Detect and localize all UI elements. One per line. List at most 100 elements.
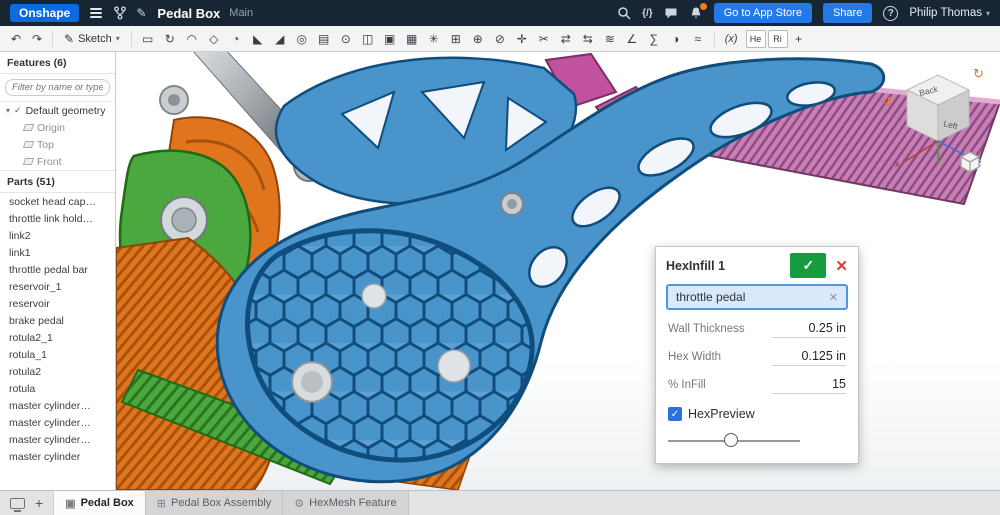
notifications-bell-icon[interactable] [689, 6, 703, 20]
help-icon[interactable]: ? [883, 6, 898, 21]
extrude-icon[interactable]: ▭ [137, 28, 159, 50]
app-store-button[interactable]: Go to App Store [714, 3, 812, 23]
mass-properties-icon[interactable]: ∑ [643, 28, 665, 50]
presentation-icon[interactable] [10, 498, 25, 509]
tree-item-front[interactable]: Front [0, 153, 115, 170]
circular-pattern-icon[interactable]: ✳ [423, 28, 445, 50]
part-list-item[interactable]: master cylinder… [0, 431, 115, 448]
mirror-icon[interactable]: ⊞ [445, 28, 467, 50]
document-title[interactable]: Pedal Box [157, 6, 220, 21]
pivot-pin[interactable] [501, 193, 523, 215]
part-list-item[interactable]: throttle link hold… [0, 210, 115, 227]
part-list-item[interactable]: socket head cap… [0, 193, 115, 210]
enclose-icon[interactable]: ▣ [379, 28, 401, 50]
selection-field[interactable]: throttle pedal ✕ [666, 284, 848, 310]
hole-icon[interactable]: ⊙ [335, 28, 357, 50]
thicken-icon[interactable]: ◫ [357, 28, 379, 50]
boolean-icon[interactable]: ⊕ [467, 28, 489, 50]
tab-label: Pedal Box [81, 497, 134, 509]
checkbox-label: HexPreview [688, 407, 755, 421]
appearance-icon[interactable]: ◑ [665, 28, 687, 50]
left-panel: Features (6) ▾✓Default geometryOriginTop… [0, 52, 116, 490]
feature-filter-input[interactable] [5, 79, 110, 96]
replace-face-icon[interactable]: ⇆ [577, 28, 599, 50]
workspace-name[interactable]: Main [229, 7, 253, 19]
tree-caret-icon[interactable]: ▾ [6, 106, 10, 115]
tree-item-origin[interactable]: Origin [0, 119, 115, 136]
isometric-view-icon[interactable] [958, 150, 982, 174]
tab-label: HexMesh Feature [309, 497, 396, 509]
part-list-item[interactable]: master cylinder [0, 448, 115, 465]
slider-thumb[interactable] [724, 433, 738, 447]
tab-hexmesh-feature[interactable]: ⚙HexMesh Feature [283, 491, 408, 515]
add-custom-feature-icon[interactable]: + [789, 28, 809, 50]
split-icon[interactable]: ⊘ [489, 28, 511, 50]
part-list-item[interactable]: master cylinder… [0, 414, 115, 431]
add-tab-icon[interactable]: + [35, 496, 43, 510]
tab-pedal-box-assembly[interactable]: ⊞Pedal Box Assembly [146, 491, 284, 515]
param-input-wall-thickness[interactable]: 0.25 in [772, 321, 846, 338]
axis-x-label: x [895, 159, 900, 169]
part-list-item[interactable]: rotula2 [0, 363, 115, 380]
preview-slider[interactable] [668, 427, 800, 455]
draft-icon[interactable]: ◢ [269, 28, 291, 50]
part-list-item[interactable]: reservoir [0, 295, 115, 312]
part-list-item[interactable]: rotula [0, 380, 115, 397]
revolve-icon[interactable]: ↻ [159, 28, 181, 50]
part-list-item[interactable]: link2 [0, 227, 115, 244]
loft-icon[interactable]: ◇ [203, 28, 225, 50]
sketch-button[interactable]: ✎ Sketch ▾ [58, 28, 126, 50]
tree-item-default-geometry[interactable]: ▾✓Default geometry [0, 102, 115, 119]
param-input-infill-percent[interactable]: 15 [772, 377, 846, 394]
plane-icon [23, 124, 34, 131]
tab-pedal-box[interactable]: ▣Pedal Box [54, 491, 146, 515]
toolbar-divider [52, 31, 53, 47]
param-row-infill-percent: % InFill15 [668, 377, 846, 394]
undo-icon[interactable]: ↶ [6, 28, 26, 50]
part-list-item[interactable]: rotula_1 [0, 346, 115, 363]
delete-face-icon[interactable]: ✂ [533, 28, 555, 50]
redo-icon[interactable]: ↷ [27, 28, 47, 50]
onshape-logo[interactable]: Onshape [10, 4, 79, 22]
search-icon[interactable] [617, 6, 631, 20]
transform-icon[interactable]: ✛ [511, 28, 533, 50]
part-list-item[interactable]: throttle pedal bar [0, 261, 115, 278]
confirm-button[interactable]: ✓ [790, 253, 826, 278]
menu-icon[interactable] [88, 6, 104, 20]
helix-icon[interactable]: ≈ [687, 28, 709, 50]
fillet-icon[interactable]: ◔ [225, 28, 247, 50]
custom-feature-ri-button[interactable]: Ri [768, 30, 788, 48]
linear-pattern-icon[interactable]: ▦ [401, 28, 423, 50]
edit-document-icon[interactable]: ✎ [136, 7, 146, 19]
sweep-icon[interactable]: ◠ [181, 28, 203, 50]
variable-icon[interactable]: (x) [720, 33, 743, 45]
user-menu[interactable]: Philip Thomas ▾ [909, 7, 990, 19]
rotate-ccw-icon[interactable]: ↺ [882, 94, 893, 109]
part-list-item[interactable]: brake pedal [0, 312, 115, 329]
featurescript-icon[interactable]: {/} [642, 8, 653, 19]
checkbox-checked-icon[interactable]: ✓ [668, 407, 682, 421]
part-list-item[interactable]: rotula2_1 [0, 329, 115, 346]
share-button[interactable]: Share [823, 3, 872, 23]
graphics-area[interactable]: Back Left ↻ ↺ x z [116, 52, 1000, 490]
versions-icon[interactable] [113, 6, 127, 20]
tree-item-top[interactable]: Top [0, 136, 115, 153]
part-list-item[interactable]: reservoir_1 [0, 278, 115, 295]
move-face-icon[interactable]: ⇄ [555, 28, 577, 50]
shell-icon[interactable]: ◎ [291, 28, 313, 50]
rib-icon[interactable]: ▤ [313, 28, 335, 50]
part-list-item[interactable]: master cylinder… [0, 397, 115, 414]
custom-feature-he-button[interactable]: He [746, 30, 766, 48]
param-input-hex-width[interactable]: 0.125 in [772, 349, 846, 366]
rotate-cw-icon[interactable]: ↻ [973, 66, 984, 81]
chevron-down-icon: ▾ [116, 34, 120, 43]
chat-icon[interactable] [664, 7, 678, 20]
chamfer-icon[interactable]: ◣ [247, 28, 269, 50]
bolt-head[interactable] [160, 86, 188, 114]
clear-selection-icon[interactable]: ✕ [829, 291, 838, 304]
hexpreview-checkbox-row[interactable]: ✓ HexPreview [668, 407, 846, 421]
offset-surface-icon[interactable]: ≋ [599, 28, 621, 50]
cancel-button[interactable]: ✕ [833, 257, 850, 275]
part-list-item[interactable]: link1 [0, 244, 115, 261]
measure-icon[interactable]: ∠ [621, 28, 643, 50]
